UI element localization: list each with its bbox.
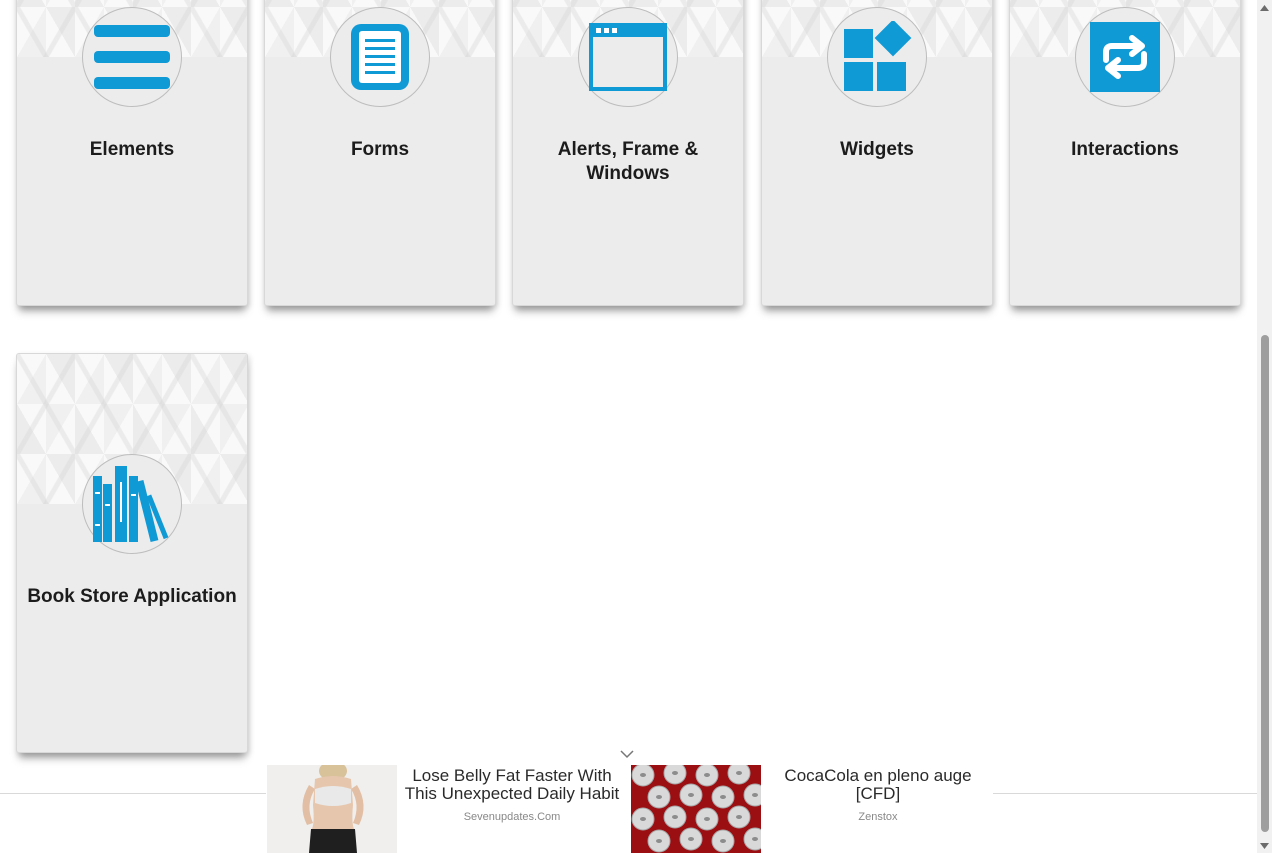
- card-title: Alerts, Frame & Windows: [557, 139, 699, 184]
- ad-text-block: Lose Belly Fat Faster With This Unexpect…: [401, 765, 623, 853]
- card-title: Interactions: [1071, 139, 1179, 160]
- card-avatar: [578, 7, 678, 107]
- scroll-up-button[interactable]: [1257, 0, 1272, 15]
- card-avatar: [827, 7, 927, 107]
- card-interactions[interactable]: Interactions: [1009, 0, 1241, 306]
- page-viewport: Elements Forms Alerts, Frame & Windows W…: [0, 0, 1257, 853]
- ad-source: Sevenupdates.Com: [463, 811, 561, 823]
- scroll-down-button[interactable]: [1257, 838, 1272, 853]
- ad-source: Zenstox: [858, 811, 898, 823]
- card-book-store-application[interactable]: Book Store Application: [16, 353, 248, 753]
- card-forms[interactable]: Forms: [264, 0, 496, 306]
- chevron-down-icon[interactable]: [619, 748, 635, 760]
- arrow-up-icon: [1260, 4, 1269, 11]
- card-alerts-frame-windows[interactable]: Alerts, Frame & Windows: [512, 0, 744, 306]
- ad-headline[interactable]: CocaCola en pleno auge [CFD]: [767, 767, 989, 803]
- browser-window-icon: [589, 23, 667, 91]
- card-widgets[interactable]: Widgets: [761, 0, 993, 306]
- card-title: Book Store Application: [27, 586, 237, 607]
- arrow-down-icon: [1260, 842, 1269, 849]
- vertical-scrollbar[interactable]: [1257, 0, 1272, 853]
- ad-item-cocacola[interactable]: CocaCola en pleno auge [CFD] Zenstox: [631, 765, 993, 853]
- soda-cans-photo[interactable]: [631, 765, 761, 853]
- card-avatar: [82, 7, 182, 107]
- card-title: Elements: [89, 139, 175, 160]
- card-title: Widgets: [840, 139, 914, 160]
- ad-text-block: CocaCola en pleno auge [CFD] Zenstox: [767, 765, 989, 853]
- card-avatar: [82, 454, 182, 554]
- repeat-arrows-icon: [1090, 22, 1160, 92]
- ad-item-fitness[interactable]: Lose Belly Fat Faster With This Unexpect…: [267, 765, 625, 853]
- ad-headline[interactable]: Lose Belly Fat Faster With This Unexpect…: [401, 767, 623, 803]
- sponsored-ad-bar: Lose Belly Fat Faster With This Unexpect…: [266, 765, 993, 853]
- card-elements[interactable]: Elements: [16, 0, 248, 306]
- card-title: Forms: [350, 139, 410, 160]
- card-avatar: [330, 7, 430, 107]
- fitness-woman-photo[interactable]: [267, 765, 397, 853]
- books-icon: [93, 466, 169, 543]
- scrollbar-thumb[interactable]: [1261, 335, 1269, 832]
- widgets-blocks-icon: [844, 21, 912, 91]
- card-avatar: [1075, 7, 1175, 107]
- hamburger-list-icon: [94, 25, 170, 89]
- document-form-icon: [351, 24, 409, 90]
